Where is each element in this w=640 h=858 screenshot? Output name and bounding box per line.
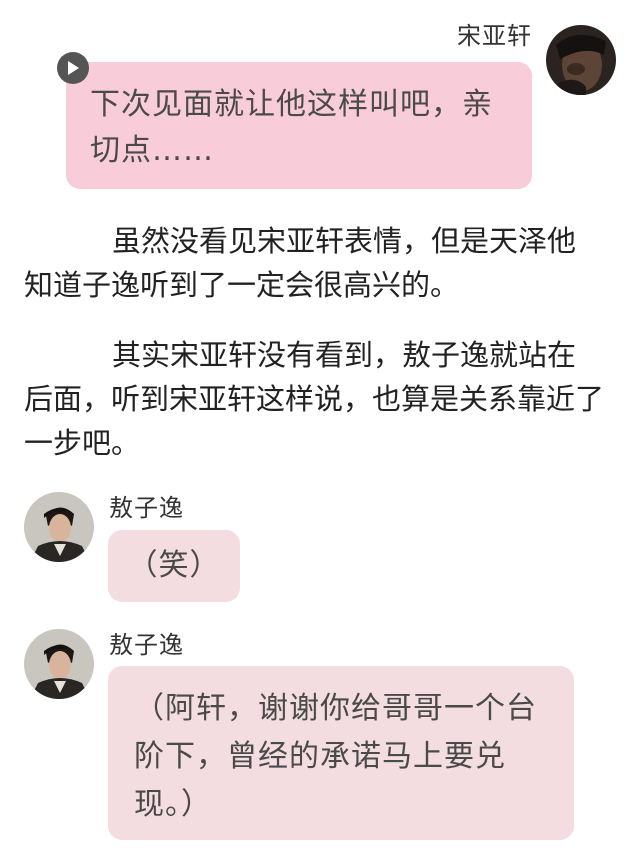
- play-icon[interactable]: [57, 52, 89, 84]
- narration-paragraph: 虽然没看见宋亚轩表情，但是天泽他知道子逸听到了一定会很高兴的。: [24, 224, 577, 302]
- avatar[interactable]: [24, 492, 94, 562]
- sender-name: 敖子逸: [109, 494, 184, 522]
- narration-paragraph: 其实宋亚轩没有看到，敖子逸就站在后面，听到宋亚轩这样说，也算是关系靠近了一步吧。: [24, 338, 605, 460]
- message-bubble: （阿轩，谢谢你给哥哥一个台阶下，曾经的承诺马上要兑现。）: [108, 666, 574, 840]
- message-bubble: 下次见面就让他这样叫吧，亲切点……: [66, 62, 532, 189]
- sender-name: 宋亚轩: [457, 22, 532, 50]
- avatar[interactable]: [546, 25, 616, 95]
- avatar[interactable]: [24, 629, 94, 699]
- message-bubble: （笑）: [108, 530, 240, 602]
- sender-name: 敖子逸: [109, 631, 184, 659]
